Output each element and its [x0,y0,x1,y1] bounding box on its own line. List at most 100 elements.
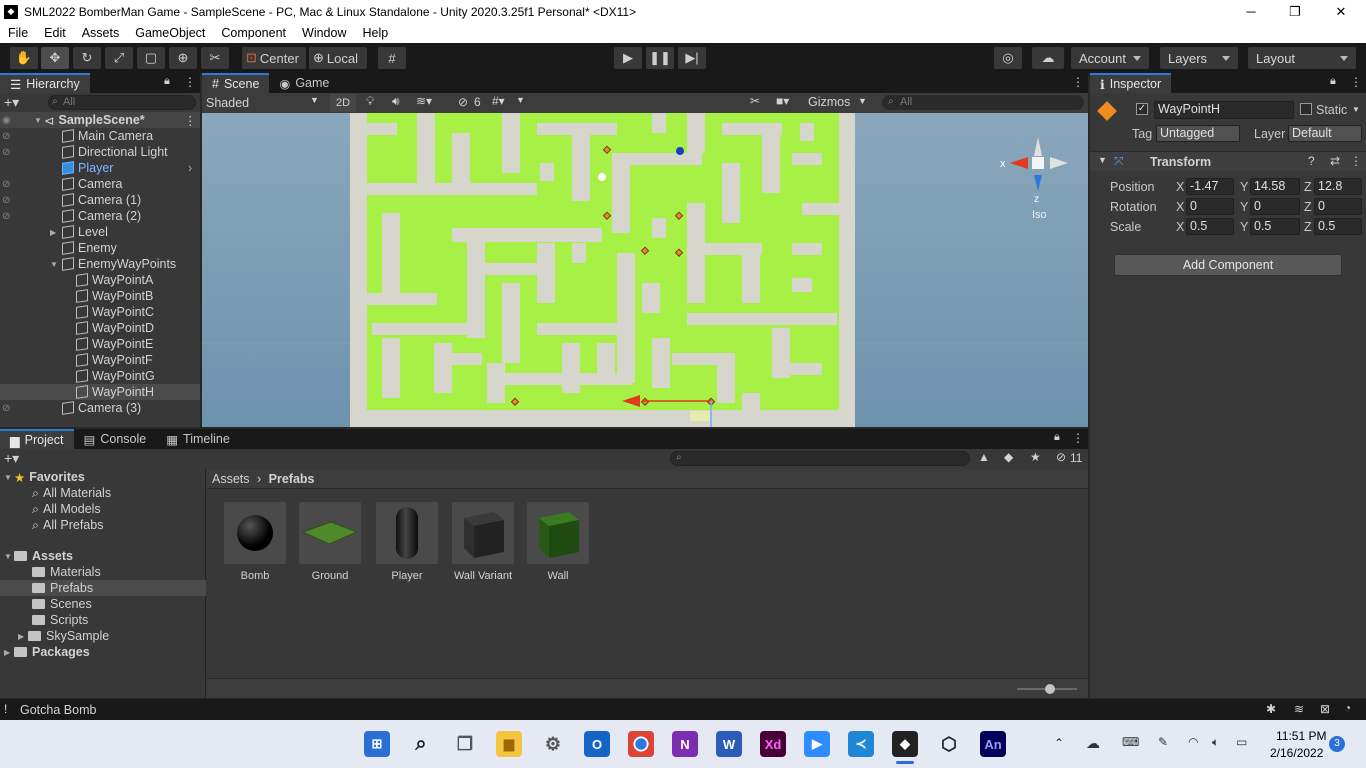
layer-dropdown[interactable]: Default [1288,125,1362,142]
position-x-input[interactable]: -1.47 [1186,178,1234,195]
fold-icon[interactable]: ▼ [50,260,60,269]
active-checkbox[interactable]: ✓ [1136,103,1148,115]
filter-type-icon[interactable]: ▲ [978,450,990,464]
folder-item-selected[interactable]: Prefabs [0,580,206,596]
favorite-item[interactable]: ⌕ All Materials [32,485,111,501]
breadcrumb-assets[interactable]: Assets [212,472,250,486]
pause-button[interactable]: ❚❚ [646,47,674,69]
custom-tool-icon[interactable]: ✂ [201,47,229,69]
hierarchy-item[interactable]: WayPointG [0,368,200,384]
rotation-y-input[interactable]: 0 [1250,198,1300,215]
scale-x-input[interactable]: 0.5 [1186,218,1234,235]
rotation-z-input[interactable]: 0 [1314,198,1362,215]
tab-inspector[interactable]: ℹ Inspector [1090,73,1172,93]
position-y-input[interactable]: 14.58 [1250,178,1300,195]
scene-canvas[interactable]: x z Iso [202,113,1088,427]
projection-label[interactable]: Iso [1032,209,1047,221]
more-options-icon[interactable]: ⋮ [1350,75,1362,89]
more-options-icon[interactable]: ⋮ [1072,75,1084,89]
menu-help[interactable]: Help [354,26,396,40]
lock-icon[interactable]: 🔒︎ [1054,431,1060,444]
lock-icon[interactable]: 🔒︎ [164,75,170,88]
transform-tool-icon[interactable]: ⊕ [169,47,197,69]
hierarchy-item[interactable]: ⊘ Camera [0,176,200,192]
grid-snap-icon[interactable]: # [378,47,406,69]
account-dropdown[interactable]: Account [1071,47,1149,69]
close-button[interactable]: ✕ [1318,0,1364,23]
folder-item[interactable]: ▶ SkySample [18,628,109,644]
gizmos-dropdown[interactable]: Gizmos [808,95,850,109]
hidden-packages-icon[interactable]: ⊘ [1056,450,1066,464]
more-options-icon[interactable]: ⋮ [1350,154,1362,168]
battery-icon[interactable]: ▭ [1236,735,1247,749]
menu-file[interactable]: File [0,26,36,40]
hidden-icon[interactable]: ⊘ [2,211,10,222]
hierarchy-search-input[interactable]: All [48,95,196,110]
unity-editor-icon[interactable]: ◆ [892,731,918,757]
hierarchy-item[interactable]: WayPointC [0,304,200,320]
chevron-down-icon[interactable]: ▼ [516,95,525,105]
expand-icon[interactable]: ▶ [18,632,28,641]
hierarchy-item[interactable]: ⊘ Main Camera [0,128,200,144]
fold-icon[interactable]: ▼ [34,116,44,125]
menu-assets[interactable]: Assets [74,26,128,40]
effects-icon[interactable]: ≋▾ [416,94,432,108]
space-local-button[interactable]: ⊕ Local [309,47,367,69]
hierarchy-item[interactable]: WayPointB [0,288,200,304]
hidden-icon[interactable]: ⊘ [2,147,10,158]
hierarchy-scene-row[interactable]: ◉ ▼ ⊲ SampleScene* ⋮ [0,112,200,128]
expand-icon[interactable]: ▶ [4,648,14,657]
asset-item[interactable]: Ground [299,502,361,582]
chrome-icon[interactable] [628,731,654,757]
chevron-down-icon[interactable]: ▼ [1352,105,1360,114]
shading-mode-dropdown[interactable]: Shaded [204,94,322,112]
adobe-xd-icon[interactable]: Xd [760,731,786,757]
pen-icon[interactable]: ✎ [1158,735,1168,749]
onedrive-icon[interactable]: ☁ [1086,735,1100,752]
create-icon[interactable]: +▾ [4,450,19,467]
static-checkbox[interactable] [1300,103,1312,115]
pivot-center-button[interactable]: ⊡ Center [242,47,306,69]
status-message[interactable]: Gotcha Bomb [20,703,96,717]
preset-icon[interactable]: ⇄ [1330,154,1340,168]
hierarchy-item[interactable]: ⊘ Camera (3) [0,400,200,416]
hierarchy-item-selected[interactable]: WayPointH [0,384,200,400]
step-button[interactable]: ▶| [678,47,706,69]
file-explorer-icon[interactable]: ▆ [496,731,522,757]
expand-icon[interactable]: ▶ [50,228,60,237]
search-icon[interactable]: ⌕ [408,731,434,757]
visibility-icon[interactable]: ◉ [2,115,11,126]
keyboard-icon[interactable]: ⌨ [1122,735,1139,749]
tools-icon[interactable]: ✂ [750,94,760,108]
move-gizmo-plane[interactable] [690,411,710,421]
settings-icon[interactable]: ≋ [1294,702,1304,716]
lock-icon[interactable]: 🔒︎ [1330,75,1336,88]
scale-z-input[interactable]: 0.5 [1314,218,1362,235]
scene-viewport[interactable]: x z Iso [202,113,1088,427]
menu-gameobject[interactable]: GameObject [127,26,213,40]
rotate-tool-icon[interactable]: ↻ [73,47,101,69]
project-search-input[interactable] [670,451,970,466]
onenote-icon[interactable]: N [672,731,698,757]
hidden-icon[interactable]: ⊘ [2,195,10,206]
adobe-animate-icon[interactable]: An [980,731,1006,757]
menu-component[interactable]: Component [213,26,294,40]
asset-item[interactable]: Bomb [224,502,286,582]
volume-icon[interactable]: 🔈︎ [1212,735,1219,750]
transform-header[interactable]: ▼ ⤧ Transform ? ⇄ ⋮ [1090,151,1366,171]
outlook-icon[interactable]: O [584,731,610,757]
unity-hub-icon[interactable]: ⬡ [936,731,962,757]
asset-item[interactable]: Wall [527,502,589,582]
breadcrumb-prefabs[interactable]: Prefabs [269,472,315,486]
scale-tool-icon[interactable]: ⤢ [105,47,133,69]
hierarchy-item[interactable]: ▼ EnemyWayPoints [0,256,200,272]
hierarchy-item[interactable]: ⊘ Camera (1) [0,192,200,208]
debug-icon[interactable]: ✱ [1266,702,1276,716]
clock-date[interactable]: 2/16/2022 [1270,746,1323,760]
zoom-icon[interactable]: ▶ [804,731,830,757]
asset-item[interactable]: Wall Variant [452,502,514,582]
play-button[interactable]: ▶ [614,47,642,69]
tab-game[interactable]: ◉ Game [269,73,339,93]
chevron-down-icon[interactable]: ▼ [858,96,867,106]
grid-toggle-icon[interactable]: #▾ [492,94,505,108]
